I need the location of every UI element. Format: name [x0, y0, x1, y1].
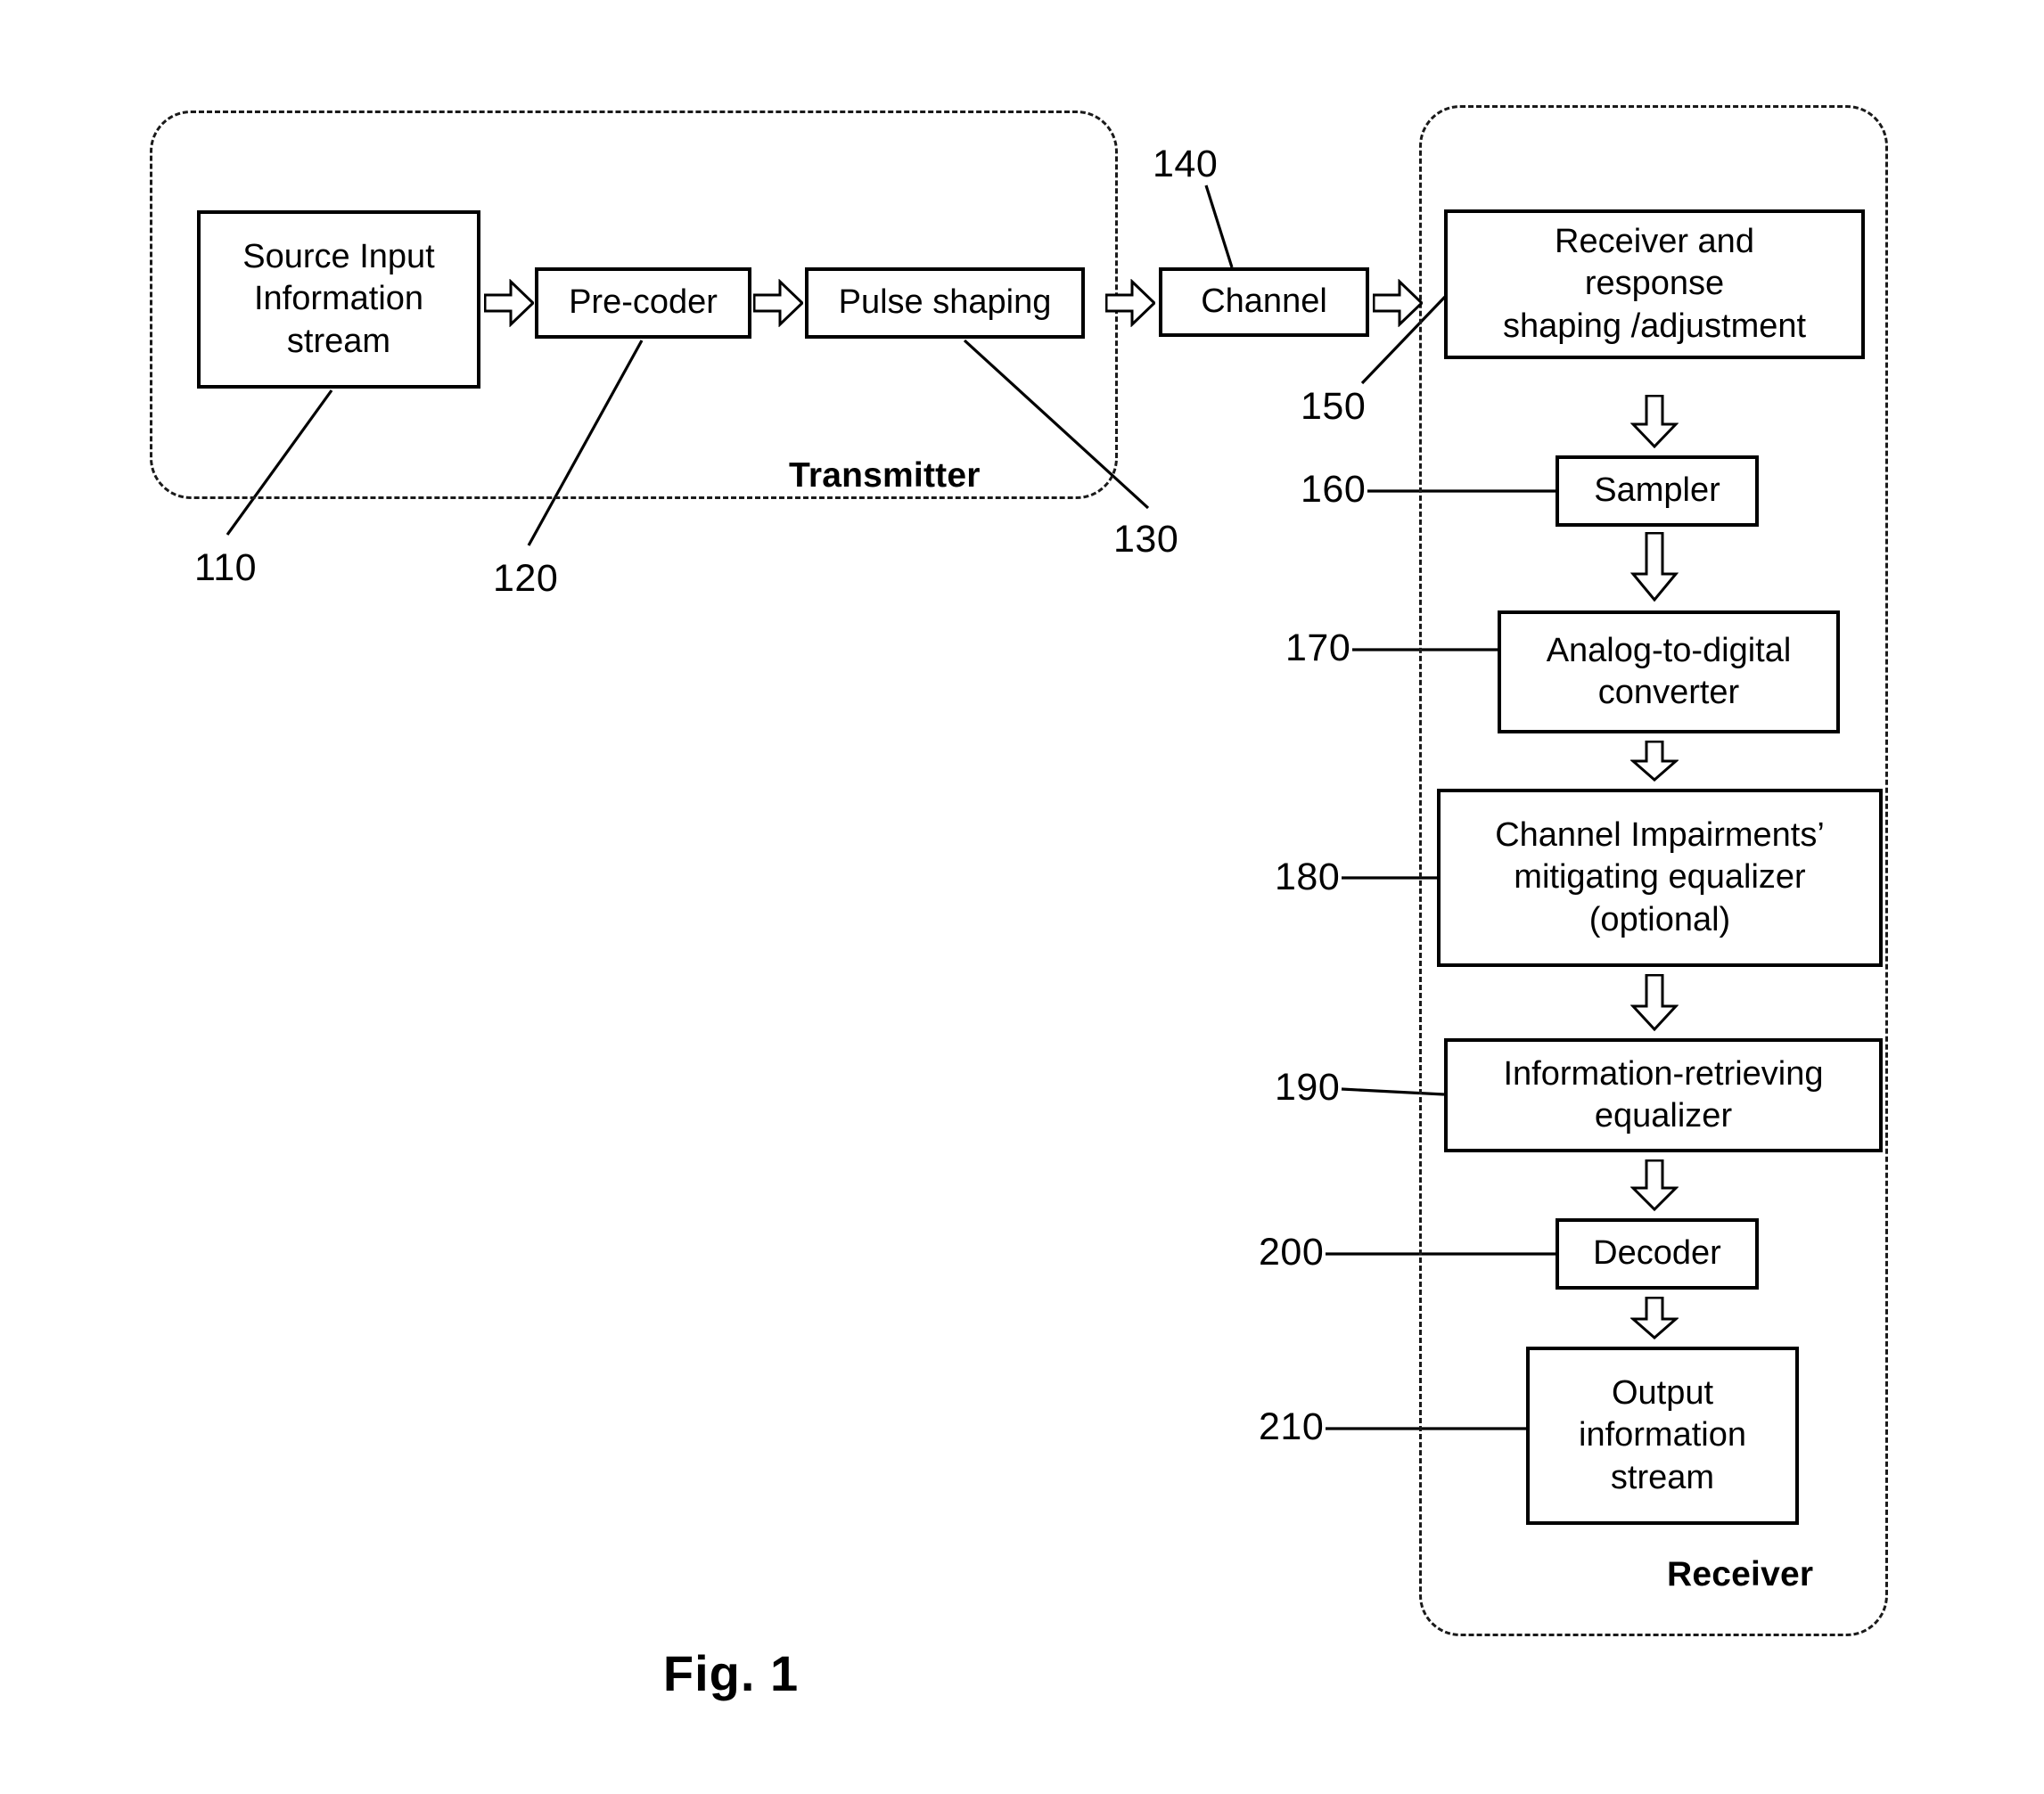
figure-canvas: Transmitter Receiver Source Input Inform… — [0, 0, 2044, 1794]
block-label-line: response — [1584, 265, 1725, 303]
reference-numeral-150: 150 — [1301, 385, 1367, 428]
block-output-information-stream: Output information stream — [1526, 1347, 1799, 1525]
block-label-line: converter — [1597, 674, 1740, 711]
block-label-line: Channel Impairments’ — [1495, 816, 1825, 855]
block-label: Pre-coder — [569, 283, 718, 322]
arrow-right-icon — [1105, 279, 1155, 327]
reference-numeral-170: 170 — [1285, 627, 1351, 669]
block-channel: Channel — [1159, 267, 1369, 337]
arrow-right-icon — [484, 279, 534, 327]
arrow-down-icon — [1630, 974, 1679, 1031]
reference-numeral-130: 130 — [1113, 518, 1179, 561]
block-label-line: (optional) — [1588, 900, 1731, 938]
block-label-line: Source Input — [242, 238, 435, 276]
figure-caption: Fig. 1 — [662, 1645, 800, 1701]
block-analog-to-digital-converter: Analog-to-digital converter — [1498, 610, 1840, 733]
block-label-line: stream — [1610, 1458, 1715, 1496]
block-label: Channel — [1201, 283, 1327, 321]
arrow-right-icon — [753, 279, 803, 327]
block-label-line: information — [1579, 1416, 1746, 1454]
block-channel-impairments-mitigating-equalizer: Channel Impairments’ mitigating equalize… — [1437, 789, 1883, 967]
block-receiver-and-response-shaping-adjustment: Receiver and response shaping /adjustmen… — [1444, 209, 1865, 359]
arrow-down-icon — [1630, 532, 1679, 602]
arrow-down-icon — [1630, 741, 1679, 782]
block-pre-coder: Pre-coder — [535, 267, 751, 339]
block-label-line: Information-retrieving — [1503, 1054, 1824, 1093]
reference-numeral-180: 180 — [1275, 856, 1341, 898]
reference-numeral-200: 200 — [1259, 1231, 1325, 1274]
arrow-down-icon — [1630, 1159, 1679, 1211]
block-decoder: Decoder — [1556, 1218, 1759, 1290]
block-label-line: Information — [253, 280, 424, 318]
block-label-line: equalizer — [1594, 1097, 1733, 1135]
block-label-line: Output — [1611, 1374, 1714, 1413]
arrow-down-icon — [1630, 1297, 1679, 1339]
block-pulse-shaping: Pulse shaping — [805, 267, 1085, 339]
reference-numeral-160: 160 — [1301, 468, 1367, 511]
block-label: Pulse shaping — [838, 283, 1052, 322]
block-label-line: shaping /adjustment — [1502, 307, 1807, 345]
block-label: Sampler — [1594, 471, 1720, 510]
reference-numeral-140: 140 — [1153, 143, 1219, 185]
block-label-line: Analog-to-digital — [1546, 631, 1792, 669]
reference-numeral-120: 120 — [493, 557, 559, 600]
transmitter-group-label: Transmitter — [789, 456, 981, 495]
block-label-line: Receiver and — [1555, 223, 1754, 261]
arrow-down-icon — [1630, 395, 1679, 448]
block-source-input-information-stream: Source Input Information stream — [197, 210, 480, 389]
block-label-line: stream — [286, 322, 391, 360]
block-sampler: Sampler — [1556, 455, 1759, 527]
reference-numeral-110: 110 — [194, 546, 258, 589]
block-label-line: mitigating equalizer — [1514, 858, 1806, 897]
reference-numeral-190: 190 — [1275, 1066, 1341, 1109]
receiver-group-label: Receiver — [1667, 1555, 1814, 1593]
arrow-right-icon — [1373, 279, 1423, 327]
block-information-retrieving-equalizer: Information-retrieving equalizer — [1444, 1038, 1883, 1152]
block-label: Decoder — [1593, 1234, 1721, 1273]
reference-numeral-210: 210 — [1259, 1405, 1325, 1448]
